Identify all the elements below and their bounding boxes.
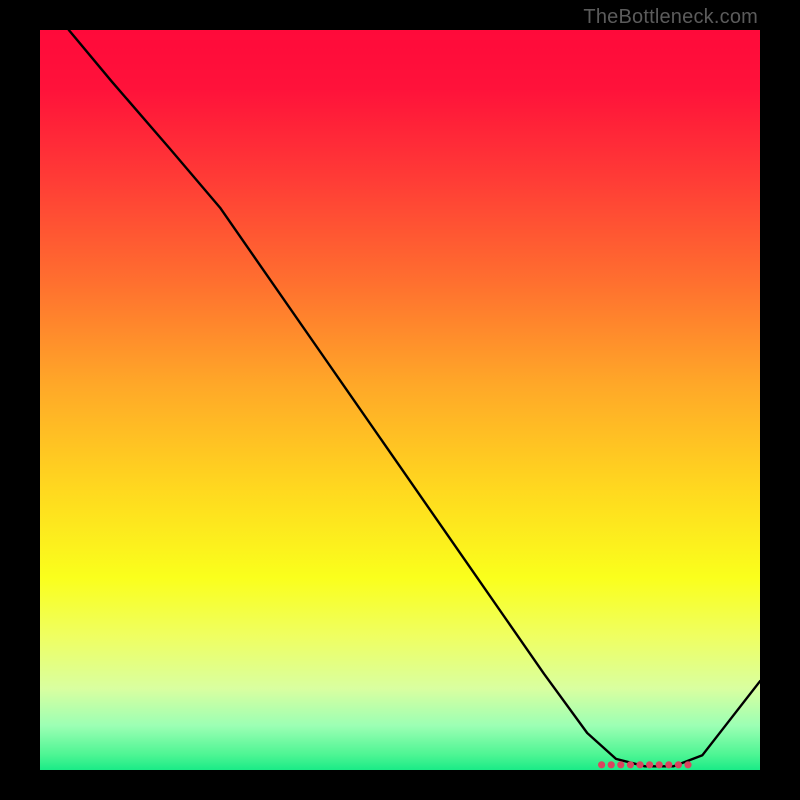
attribution-text: TheBottleneck.com <box>583 6 758 29</box>
curve-line <box>69 30 760 766</box>
trough-marker <box>598 761 605 768</box>
trough-marker <box>665 761 672 768</box>
trough-marker <box>608 761 615 768</box>
trough-marker <box>684 761 691 768</box>
trough-marker <box>675 761 682 768</box>
trough-marker <box>636 761 643 768</box>
trough-marker <box>656 761 663 768</box>
chart-frame: TheBottleneck.com <box>0 0 800 800</box>
trough-marker <box>646 761 653 768</box>
trough-marker <box>627 761 634 768</box>
trough-marker <box>617 761 624 768</box>
chart-svg <box>40 30 760 770</box>
plot-area <box>40 30 760 770</box>
